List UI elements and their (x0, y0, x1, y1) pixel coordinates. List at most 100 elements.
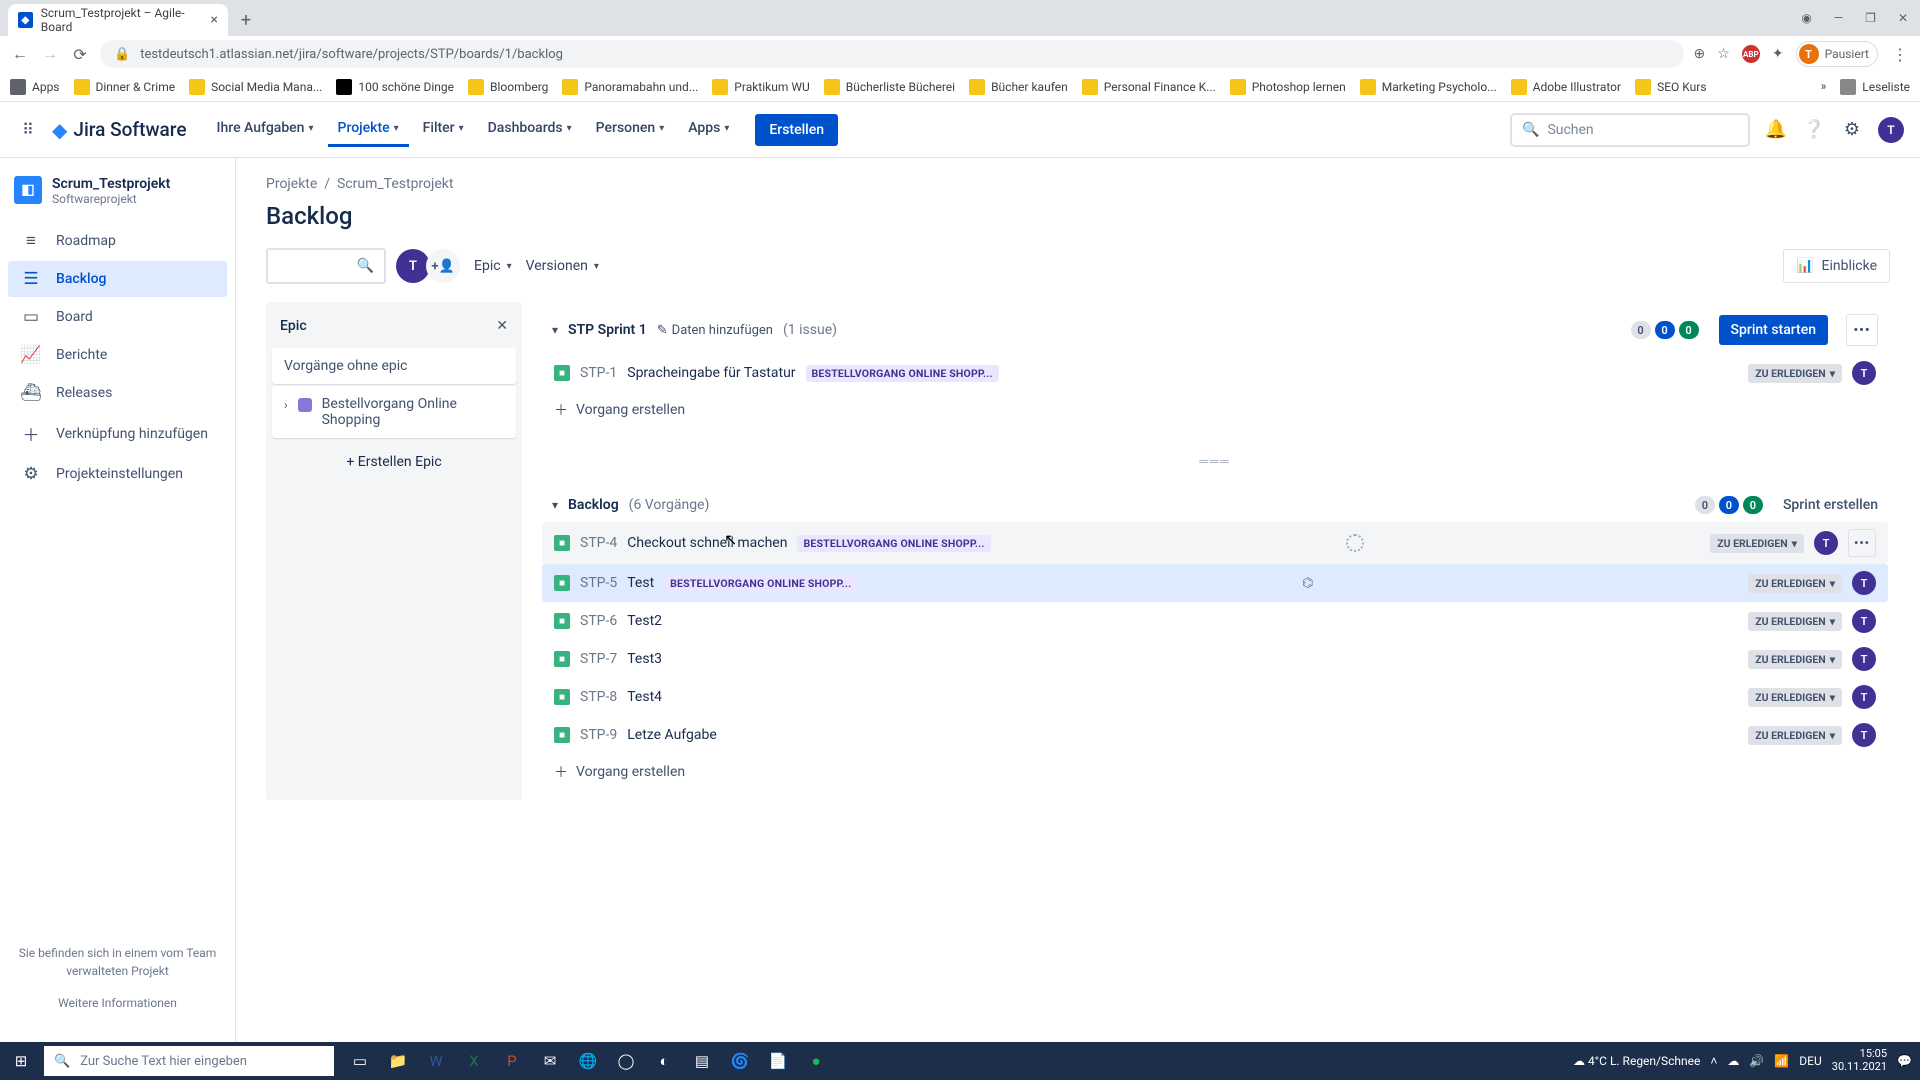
sidebar-item-releases[interactable]: ⛴Releases (8, 375, 227, 411)
bm-13[interactable]: SEO Kurs (1635, 79, 1706, 95)
app-switcher-icon[interactable]: ⠿ (16, 118, 40, 142)
chrome-icon[interactable]: 🌐 (570, 1042, 606, 1080)
onedrive-icon[interactable]: ☁ (1727, 1054, 1739, 1068)
jira-logo[interactable]: ◆ Jira Software (52, 118, 187, 142)
status-dropdown[interactable]: ZU ERLEDIGEN ▾ (1710, 534, 1804, 553)
new-tab-button[interactable]: + (232, 6, 260, 34)
notifications-icon[interactable]: 🔔 (1764, 119, 1788, 140)
bm-6[interactable]: Praktikum WU (712, 79, 809, 95)
mail-icon[interactable]: ✉ (532, 1042, 568, 1080)
close-icon[interactable]: ✕ (496, 318, 508, 334)
start-button[interactable]: ⊞ (0, 1052, 42, 1070)
create-issue-backlog[interactable]: ＋Vorgang erstellen (542, 754, 1888, 790)
adblock-icon[interactable]: ABP (1742, 45, 1760, 63)
insights-button[interactable]: 📊Einblicke (1783, 249, 1890, 283)
bm-2[interactable]: Social Media Mana... (189, 79, 322, 95)
user-avatar[interactable]: T (1878, 117, 1904, 143)
close-icon[interactable]: ✕ (1898, 11, 1908, 25)
bm-3[interactable]: 100 schöne Dinge (336, 79, 454, 95)
issue-row[interactable]: ■ STP-1 Spracheingabe für Tastatur BESTE… (542, 354, 1888, 392)
status-dropdown[interactable]: ZU ERLEDIGEN ▾ (1748, 688, 1842, 707)
status-dropdown[interactable]: ZU ERLEDIGEN ▾ (1748, 574, 1842, 593)
epic-link-tag[interactable]: BESTELLVORGANG ONLINE SHOPP... (797, 535, 990, 552)
nav-people[interactable]: Personen▾ (586, 112, 675, 147)
issue-key[interactable]: STP-8 (580, 689, 617, 705)
address-bar[interactable]: 🔒 testdeutsch1.atlassian.net/jira/softwa… (100, 40, 1684, 68)
issue-key[interactable]: STP-4 (580, 535, 617, 551)
edge-icon[interactable]: 🌀 (722, 1042, 758, 1080)
chrome-menu-icon[interactable]: ⋮ (1890, 45, 1910, 64)
epic-link-tag[interactable]: BESTELLVORGANG ONLINE SHOPP... (664, 575, 857, 592)
epic-filter-dropdown[interactable]: Epic▾ (474, 258, 512, 274)
help-icon[interactable]: ❔ (1802, 119, 1826, 140)
bm-10[interactable]: Photoshop lernen (1230, 79, 1346, 95)
nav-dashboards[interactable]: Dashboards▾ (478, 112, 582, 147)
issue-row[interactable]: ■ STP-8 Test4 ZU ERLEDIGEN ▾ T (542, 678, 1888, 716)
bm-9[interactable]: Personal Finance K... (1082, 79, 1216, 95)
sidebar-item-reports[interactable]: 📈Berichte (8, 337, 227, 373)
status-dropdown[interactable]: ZU ERLEDIGEN ▾ (1748, 726, 1842, 745)
chevron-right-icon[interactable]: › (284, 396, 288, 412)
bm-11[interactable]: Marketing Psycholo... (1360, 79, 1497, 95)
issue-key[interactable]: STP-1 (580, 365, 617, 381)
bm-5[interactable]: Panoramabahn und... (562, 79, 698, 95)
issue-key[interactable]: STP-9 (580, 727, 617, 743)
minimize-icon[interactable]: — (1834, 11, 1843, 25)
nav-apps[interactable]: Apps▾ (678, 112, 739, 147)
epic-item[interactable]: › Bestellvorgang Online Shopping (272, 386, 516, 438)
spotify-icon[interactable]: ● (798, 1042, 834, 1080)
weather-widget[interactable]: ☁ 4°C L. Regen/Schnee (1573, 1054, 1700, 1068)
tab-close-icon[interactable]: × (211, 12, 218, 28)
bm-1[interactable]: Dinner & Crime (74, 79, 176, 95)
profile-badge[interactable]: T Pausiert (1796, 41, 1878, 67)
explorer-icon[interactable]: 📁 (380, 1042, 416, 1080)
assignee-avatar[interactable]: T (1852, 723, 1876, 747)
assignee-avatar[interactable]: T (1852, 361, 1876, 385)
app-icon[interactable]: ▤ (684, 1042, 720, 1080)
assignee-avatar[interactable]: T (1852, 609, 1876, 633)
app-icon[interactable]: ◐ (646, 1042, 682, 1080)
browser-tab[interactable]: ◆ Scrum_Testprojekt – Agile-Board × (8, 4, 228, 36)
create-button[interactable]: Erstellen (755, 114, 838, 146)
epic-no-epic[interactable]: Vorgänge ohne epic (272, 348, 516, 384)
add-people-button[interactable]: +👤 (426, 249, 460, 283)
issue-row[interactable]: ■ STP-7 Test3 ZU ERLEDIGEN ▾ T (542, 640, 1888, 678)
sidebar-item-board[interactable]: ▭Board (8, 299, 227, 335)
jira-search-input[interactable]: 🔍 Suchen (1510, 113, 1750, 147)
language-indicator[interactable]: DEU (1799, 1054, 1821, 1068)
issue-key[interactable]: STP-6 (580, 613, 617, 629)
zoom-icon[interactable]: ⊕ (1694, 46, 1706, 62)
child-issues-icon[interactable]: ⌬ (1302, 576, 1313, 591)
bm-12[interactable]: Adobe Illustrator (1511, 79, 1621, 95)
section-resize-handle[interactable]: ═══ (540, 448, 1890, 474)
excel-icon[interactable]: X (456, 1042, 492, 1080)
sidebar-item-project-settings[interactable]: ⚙Projekteinstellungen (8, 456, 227, 492)
task-view-icon[interactable]: ▭ (342, 1042, 378, 1080)
issue-row[interactable]: ■ STP-4 Checkout schnell machen BESTELLV… (542, 522, 1888, 564)
sidebar-item-backlog[interactable]: ☰Backlog (8, 261, 227, 297)
maximize-icon[interactable]: ❐ (1865, 11, 1876, 25)
sprint-more-button[interactable]: ••• (1846, 314, 1878, 346)
estimate-empty-icon[interactable] (1346, 534, 1364, 552)
nav-your-work[interactable]: Ihre Aufgaben▾ (207, 112, 324, 147)
notepad-icon[interactable]: 📄 (760, 1042, 796, 1080)
reading-list[interactable]: Leseliste (1840, 79, 1910, 95)
clock[interactable]: 15:05 30.11.2021 (1832, 1048, 1887, 1073)
nav-projects[interactable]: Projekte▾ (328, 112, 409, 147)
create-issue-sprint[interactable]: ＋Vorgang erstellen (542, 392, 1888, 428)
bm-overflow-icon[interactable]: » (1821, 79, 1827, 95)
project-header[interactable]: ◧ Scrum_Testprojekt Softwareprojekt (8, 176, 227, 222)
word-icon[interactable]: W (418, 1042, 454, 1080)
status-dropdown[interactable]: ZU ERLEDIGEN ▾ (1748, 650, 1842, 669)
extensions-icon[interactable]: ✦ (1772, 46, 1784, 62)
bm-4[interactable]: Bloomberg (468, 79, 548, 95)
nav-filters[interactable]: Filter▾ (413, 112, 474, 147)
assignee-avatar[interactable]: T (1852, 571, 1876, 595)
create-epic-button[interactable]: + Erstellen Epic (266, 440, 522, 484)
sidebar-item-roadmap[interactable]: ≡Roadmap (8, 223, 227, 259)
assignee-avatar[interactable]: T (1814, 531, 1838, 555)
status-dropdown[interactable]: ZU ERLEDIGEN ▾ (1748, 364, 1842, 383)
issue-row[interactable]: ■ STP-5 Test BESTELLVORGANG ONLINE SHOPP… (542, 564, 1888, 602)
version-filter-dropdown[interactable]: Versionen▾ (526, 258, 599, 274)
sidebar-item-add-link[interactable]: ＋Verknüpfung hinzufügen (8, 413, 227, 454)
